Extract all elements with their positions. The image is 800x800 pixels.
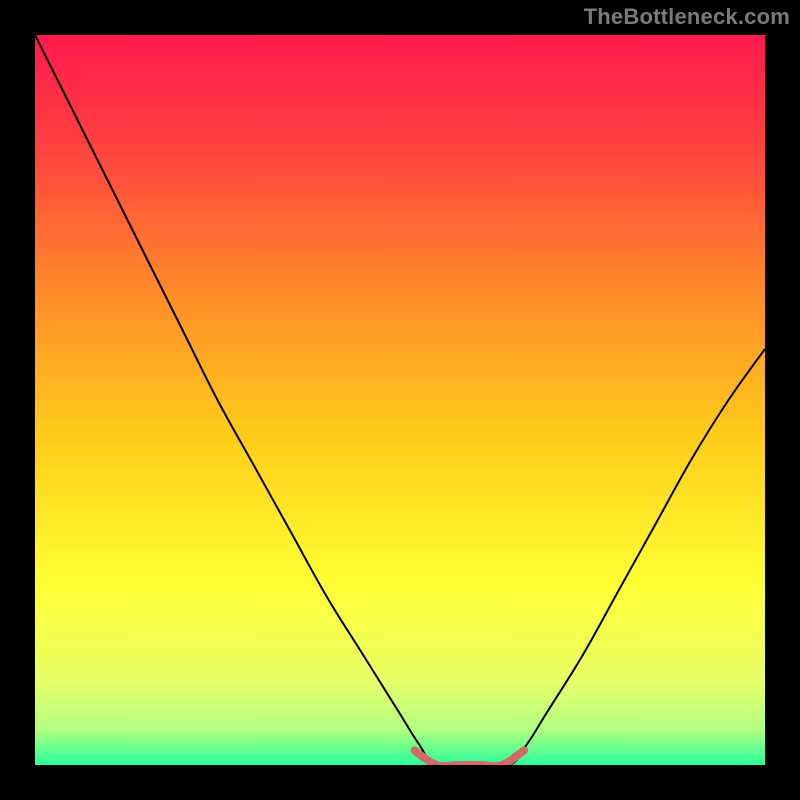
chart-frame: TheBottleneck.com bbox=[0, 0, 800, 800]
plot-area bbox=[35, 35, 765, 765]
plot-background bbox=[35, 35, 765, 765]
attribution-text: TheBottleneck.com bbox=[584, 4, 790, 30]
chart-svg bbox=[35, 35, 765, 765]
